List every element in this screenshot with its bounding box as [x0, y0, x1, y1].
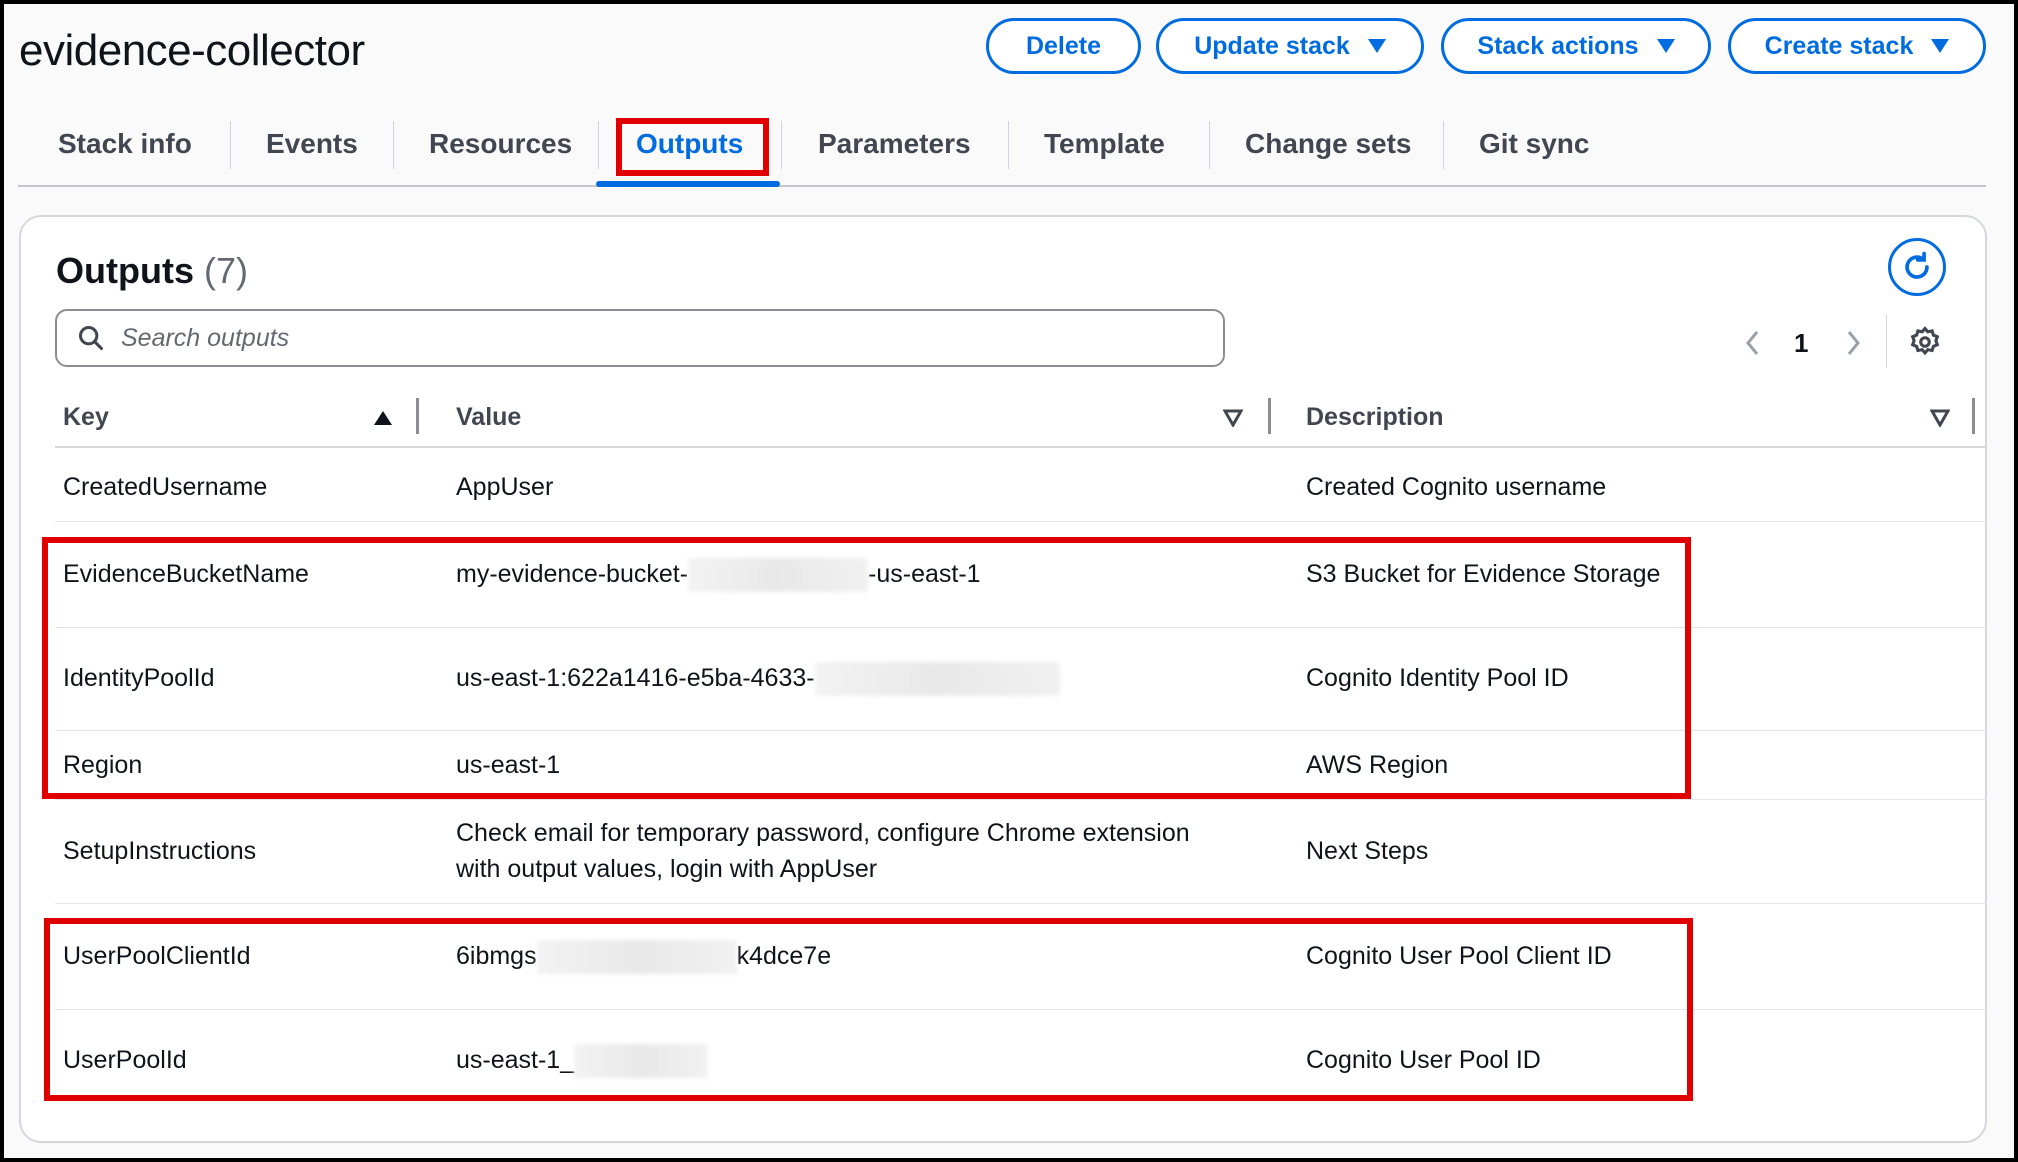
column-header-description[interactable]: Description — [1306, 403, 1444, 432]
next-page-icon[interactable] — [1843, 328, 1863, 358]
create-stack-button[interactable]: Create stack — [1728, 18, 1986, 74]
tab-template[interactable]: Template — [1044, 128, 1165, 160]
row-divider — [55, 799, 1987, 800]
refresh-button[interactable] — [1888, 238, 1946, 296]
sort-ascending-icon[interactable] — [373, 409, 393, 427]
update-stack-button[interactable]: Update stack — [1156, 18, 1424, 74]
highlight-box-user-pool — [44, 918, 1693, 1101]
settings-gear-icon[interactable] — [1908, 325, 1942, 359]
cell-description: Created Cognito username — [1306, 469, 1606, 505]
update-stack-label: Update stack — [1194, 32, 1350, 61]
column-resizer[interactable] — [416, 398, 419, 434]
cell-value: AppUser — [456, 469, 553, 505]
row-divider — [55, 521, 1987, 522]
tab-divider — [1008, 121, 1009, 169]
sort-icon[interactable] — [1223, 409, 1243, 427]
tab-divider — [598, 121, 599, 169]
column-header-key[interactable]: Key — [63, 403, 109, 432]
header-divider — [55, 446, 1987, 448]
tab-stack-info[interactable]: Stack info — [58, 128, 192, 160]
tab-divider — [230, 121, 231, 169]
cell-value-line2: with output values, login with AppUser — [456, 851, 877, 887]
search-field[interactable] — [55, 309, 1225, 367]
outputs-count: (7) — [204, 250, 248, 291]
caret-down-icon — [1368, 39, 1386, 53]
cell-value: Check email for temporary password, conf… — [456, 815, 1190, 851]
cell-description: Next Steps — [1306, 833, 1428, 869]
previous-page-icon[interactable] — [1743, 328, 1763, 358]
tabs-divider — [18, 185, 1986, 187]
tab-divider — [393, 121, 394, 169]
tab-git-sync[interactable]: Git sync — [1479, 128, 1589, 160]
search-input[interactable] — [121, 324, 1171, 353]
tab-events[interactable]: Events — [266, 128, 358, 160]
tab-parameters[interactable]: Parameters — [818, 128, 971, 160]
caret-down-icon — [1931, 39, 1949, 53]
stack-title: evidence-collector — [19, 26, 365, 76]
tab-change-sets[interactable]: Change sets — [1245, 128, 1412, 160]
create-stack-label: Create stack — [1765, 32, 1914, 61]
stack-actions-button[interactable]: Stack actions — [1441, 18, 1711, 74]
highlight-box-bucket-identity-region — [42, 537, 1691, 799]
search-icon — [77, 324, 105, 352]
column-header-value[interactable]: Value — [456, 403, 521, 432]
row-divider — [55, 903, 1987, 904]
tab-divider — [1443, 121, 1444, 169]
pagination-divider — [1886, 314, 1887, 368]
highlight-box-outputs-tab — [616, 118, 769, 176]
tab-divider — [781, 121, 782, 169]
stack-actions-label: Stack actions — [1477, 32, 1638, 61]
delete-button[interactable]: Delete — [986, 18, 1141, 74]
current-page[interactable]: 1 — [1794, 328, 1808, 359]
caret-down-icon — [1657, 39, 1675, 53]
cell-key: CreatedUsername — [63, 469, 267, 505]
column-resizer[interactable] — [1268, 398, 1271, 434]
active-tab-indicator — [596, 181, 780, 187]
tab-resources[interactable]: Resources — [429, 128, 572, 160]
delete-label: Delete — [1026, 32, 1101, 61]
panel-title-text: Outputs — [56, 250, 194, 291]
refresh-icon — [1900, 250, 1934, 284]
column-resizer[interactable] — [1972, 398, 1975, 434]
sort-icon[interactable] — [1930, 409, 1950, 427]
tab-divider — [1209, 121, 1210, 169]
panel-title: Outputs (7) — [56, 250, 248, 292]
cell-key: SetupInstructions — [63, 833, 256, 869]
